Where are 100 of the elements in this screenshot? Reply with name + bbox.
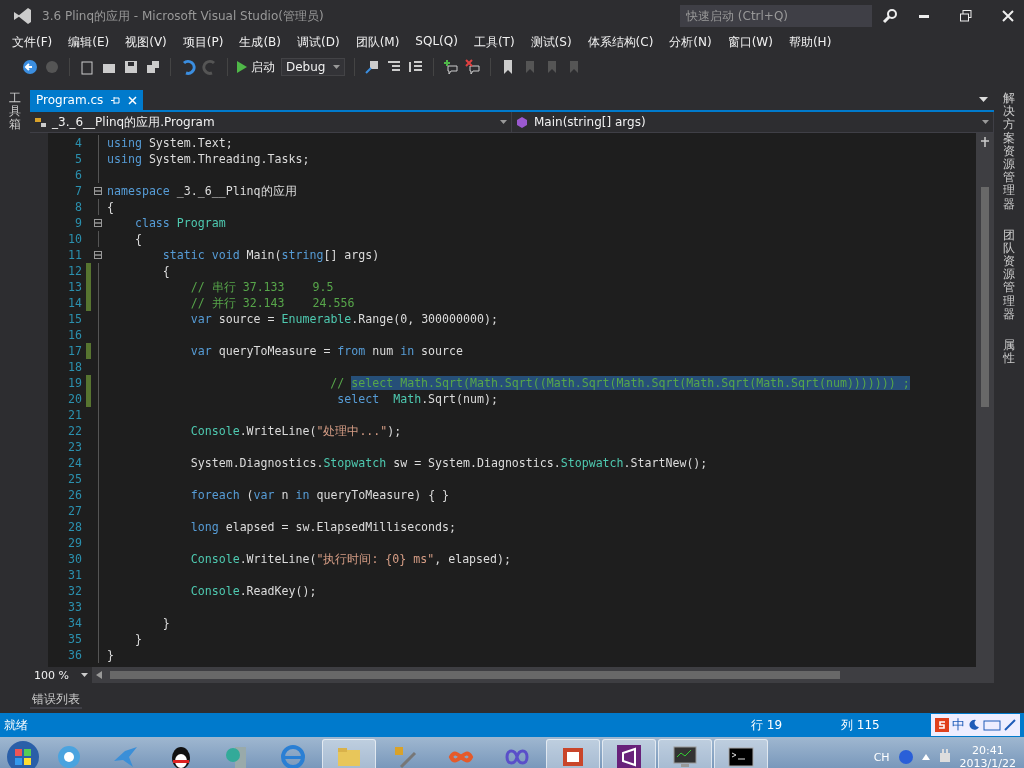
menu-item[interactable]: 团队(M): [347, 32, 408, 52]
menu-item[interactable]: 窗口(W): [719, 32, 781, 52]
line-number: 5: [74, 151, 82, 167]
zoom-dropdown[interactable]: 100 %: [30, 667, 92, 683]
toolbox-tab[interactable]: 工具箱: [9, 92, 21, 132]
method-icon: [516, 116, 530, 128]
collapse-icon[interactable]: [94, 219, 102, 227]
split-icon[interactable]: [980, 137, 990, 147]
line-number: 13: [67, 279, 82, 295]
menu-item[interactable]: 测试(S): [522, 32, 580, 52]
save-all-icon[interactable]: [145, 59, 161, 75]
save-icon[interactable]: [123, 59, 139, 75]
code-line: Console.WriteLine("执行时间: {0} ms", elapsed);: [189, 551, 511, 567]
ime-logo-icon[interactable]: [935, 718, 949, 732]
dock-tab[interactable]: 属性: [1003, 339, 1015, 366]
line-number: 34: [67, 615, 82, 631]
code-line: // 并行 32.143 24.556: [189, 295, 355, 311]
collapse-icon[interactable]: [94, 251, 102, 259]
configuration-dropdown[interactable]: Debug: [281, 58, 346, 76]
close-icon[interactable]: [128, 95, 138, 105]
column-indicator: 列 115: [841, 716, 881, 734]
line-indicator: 行 19: [751, 716, 784, 734]
line-number: 14: [67, 295, 82, 311]
code-editor[interactable]: [48, 133, 976, 667]
menu-item[interactable]: 分析(N): [661, 32, 720, 52]
window-title: 3.6 Plinq的应用 - Microsoft Visual Studio(管理员): [42, 7, 325, 25]
line-number: 18: [67, 359, 82, 375]
member-dropdown[interactable]: Main(string[] args): [512, 112, 994, 132]
remove-comment-icon[interactable]: [465, 59, 482, 75]
code-line: using System.Text;: [106, 135, 233, 151]
ime-mode[interactable]: 中: [952, 716, 965, 734]
code-line: }: [106, 647, 114, 663]
add-comment-icon[interactable]: [443, 59, 460, 75]
code-line: select Math.Sqrt(num);: [336, 391, 498, 407]
dock-tab[interactable]: 团队资源管理器: [1003, 228, 1015, 321]
error-list-tab[interactable]: 错误列表: [30, 689, 82, 709]
line-number: 31: [67, 567, 82, 583]
start-button[interactable]: [6, 740, 40, 768]
browser-icon: [279, 743, 307, 768]
search-icon[interactable]: [882, 8, 898, 24]
menu-item[interactable]: 文件(F): [4, 32, 61, 52]
type-dropdown[interactable]: _3._6__Plinq的应用.Program: [30, 112, 512, 132]
line-number: 26: [67, 487, 82, 503]
code-line: namespace _3._6__Plinq的应用: [106, 183, 297, 199]
menu-item[interactable]: 工具(T): [465, 32, 523, 52]
start-button[interactable]: 启动: [237, 58, 275, 76]
scrollbar-thumb[interactable]: [110, 671, 840, 679]
menu-item[interactable]: 帮助(H): [780, 32, 840, 52]
vertical-scrollbar[interactable]: [976, 133, 994, 667]
scroll-left-icon[interactable]: [96, 671, 102, 679]
menu-item[interactable]: 体系结构(C): [579, 32, 662, 52]
code-line: // 串行 37.133 9.5: [189, 279, 334, 295]
outdent-icon[interactable]: [408, 59, 425, 75]
pin-icon[interactable]: [111, 95, 121, 105]
code-line: // select Math.Sqrt(Math.Sqrt((Math.Sqrt(Math.Sqrt(Math.Sqrt(Math.Sqrt(num))))))) ;: [329, 375, 910, 391]
line-number: 24: [67, 455, 82, 471]
ime-toolbar[interactable]: 中: [931, 714, 1020, 736]
code-line: using System.Threading.Tasks;: [106, 151, 310, 167]
menu-item[interactable]: SQL(Q): [407, 32, 466, 52]
code-line: var queryToMeasure = from num in source: [189, 343, 463, 359]
new-project-icon[interactable]: [79, 59, 95, 75]
menu-item[interactable]: 项目(P): [174, 32, 232, 52]
document-tab[interactable]: Program.cs: [30, 90, 144, 110]
back-icon[interactable]: [22, 59, 38, 75]
line-number: 19: [67, 375, 82, 391]
line-number: 10: [67, 231, 82, 247]
line-number: 12: [67, 263, 82, 279]
collapse-icon[interactable]: [94, 187, 102, 195]
line-number: 4: [74, 135, 82, 151]
line-number: 29: [67, 535, 82, 551]
quick-launch-field[interactable]: 快速启动 (Ctrl+Q): [680, 5, 872, 27]
code-line: {: [106, 199, 114, 215]
scrollbar-thumb[interactable]: [981, 187, 989, 407]
code-line: {: [161, 263, 170, 279]
moon-icon[interactable]: [968, 719, 980, 731]
code-line: Console.WriteLine("处理中...");: [189, 423, 402, 439]
find-icon[interactable]: [364, 59, 381, 75]
line-number: 8: [74, 199, 82, 215]
menu-item[interactable]: 调试(D): [289, 32, 348, 52]
dropdown-arrow-icon[interactable]: [979, 97, 988, 102]
line-number: 23: [67, 439, 82, 455]
arrow-up-icon[interactable]: [921, 754, 930, 760]
menu-item[interactable]: 编辑(E): [60, 32, 118, 52]
code-line: }: [133, 631, 142, 647]
code-line: class Program: [133, 215, 226, 231]
status-text: 就绪: [4, 716, 29, 734]
taskbar-button[interactable]: [658, 739, 712, 768]
code-line: foreach (var n in queryToMeasure) { }: [189, 487, 450, 503]
caret-icon: [500, 120, 507, 124]
minimize-icon: [919, 14, 929, 18]
caret-icon: [982, 120, 989, 124]
monitor-icon: [671, 743, 699, 768]
dock-tab[interactable]: 解决方案资源管理器: [1003, 92, 1015, 211]
taskbar-button[interactable]: [714, 739, 768, 768]
menu-item[interactable]: 视图(V): [117, 32, 175, 52]
taskbar-button[interactable]: [602, 739, 656, 768]
line-number: 11: [67, 247, 82, 263]
vs-logo-icon: [12, 6, 32, 26]
caret-icon: [81, 673, 88, 677]
menu-item[interactable]: 生成(B): [231, 32, 289, 52]
